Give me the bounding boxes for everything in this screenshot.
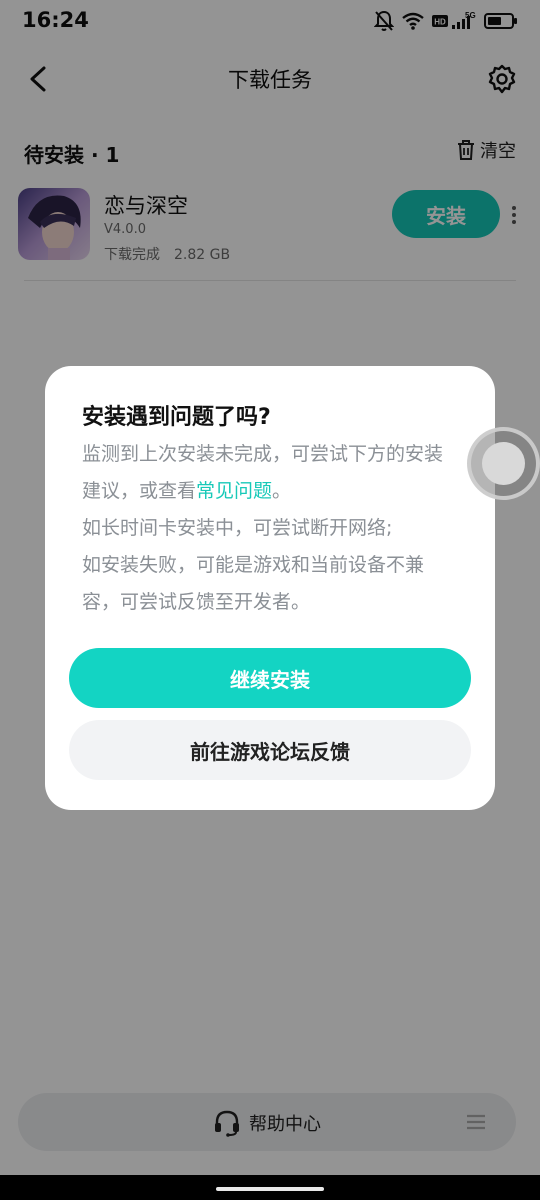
dialog-paragraph-1: 监测到上次安装未完成，可尝试下方的安装建议，或查看常见问题。: [82, 436, 461, 510]
continue-install-button[interactable]: 继续安装: [69, 648, 471, 708]
forum-feedback-button[interactable]: 前往游戏论坛反馈: [69, 720, 471, 780]
install-problem-dialog: 安装遇到问题了吗? 监测到上次安装未完成，可尝试下方的安装建议，或查看常见问题。…: [45, 366, 495, 810]
faq-link[interactable]: 常见问题: [196, 480, 272, 502]
dialog-paragraph-2: 如长时间卡安装中，可尝试断开网络;: [82, 517, 393, 539]
home-gesture-handle[interactable]: [216, 1187, 324, 1191]
dialog-message: 监测到上次安装未完成，可尝试下方的安装建议，或查看常见问题。 如长时间卡安装中，…: [82, 436, 461, 621]
floating-assistive-button[interactable]: [467, 427, 540, 500]
dialog-text-1-end: 。: [272, 480, 292, 502]
floating-button-core: [482, 442, 525, 485]
dialog-title: 安装遇到问题了吗?: [82, 405, 271, 430]
navigation-bar: [0, 1175, 540, 1200]
dialog-paragraph-3: 如安装失败，可能是游戏和当前设备不兼容，可尝试反馈至开发者。: [82, 554, 425, 613]
